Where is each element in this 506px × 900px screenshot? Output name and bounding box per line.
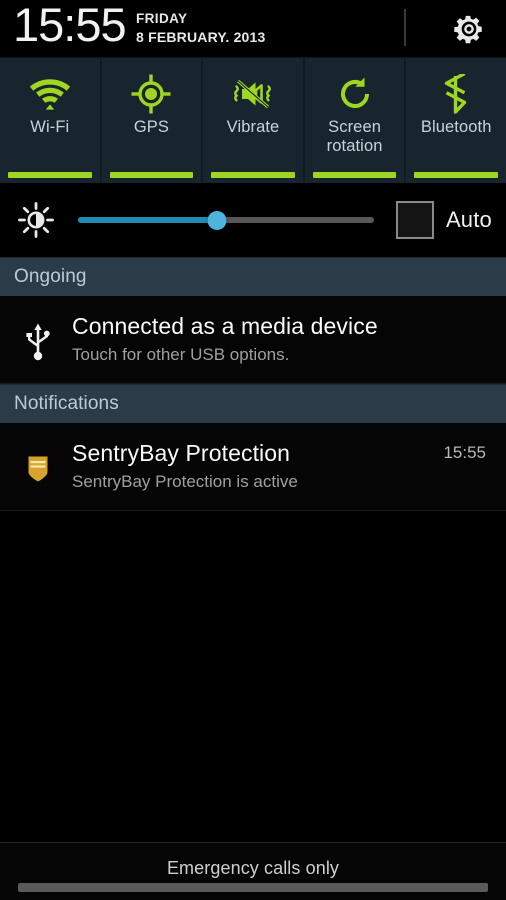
slider-fill (78, 217, 218, 223)
toggle-bluetooth[interactable]: Bluetooth (406, 58, 506, 183)
brightness-slider[interactable] (78, 210, 374, 230)
full-date: 8 FEBRUARY. 2013 (136, 29, 266, 45)
section-header-ongoing-label: Ongoing (14, 266, 87, 287)
notification-title: SentryBay Protection (72, 440, 291, 466)
vibrate-muted-icon (230, 72, 276, 116)
notification-shade: 15:55 FRIDAY 8 FEBRUARY. 2013 Wi-Fi GPS … (0, 0, 506, 900)
auto-brightness-label: Auto (445, 207, 492, 232)
toggle-label-bluetooth: Bluetooth (420, 118, 492, 136)
toggle-active-bar-vibrate (211, 172, 295, 178)
notification-row-sentrybay[interactable]: SentryBay Protection SentryBay Protectio… (0, 423, 506, 510)
toggle-vibrate[interactable]: Vibrate (203, 58, 305, 183)
auto-brightness-checkbox[interactable] (395, 201, 434, 239)
shade-bottom-bar: Emergency calls only (0, 842, 506, 900)
gear-icon (454, 15, 482, 44)
day-of-week: FRIDAY (136, 11, 188, 26)
notification-title: Connected as a media device (72, 313, 378, 339)
toggle-screen-rotation[interactable]: Screen rotation (305, 58, 407, 183)
brightness-row: Auto (0, 183, 506, 257)
toggle-label-gps: GPS (133, 118, 169, 136)
usb-icon (12, 310, 64, 369)
notification-text-usb: Connected as a media device Touch for ot… (64, 310, 494, 369)
clock: 15:55 (13, 0, 127, 51)
bluetooth-icon (441, 72, 471, 116)
toggle-label-screen-rotation: Screen rotation (327, 118, 383, 156)
carrier-status: Emergency calls only (166, 858, 340, 878)
section-header-ongoing: Ongoing (0, 257, 506, 296)
notification-text-sentrybay: SentryBay Protection SentryBay Protectio… (64, 437, 443, 496)
toggle-active-bar-gps (109, 172, 194, 178)
header-divider (404, 9, 406, 46)
drag-handle[interactable] (18, 883, 488, 892)
section-header-notifications: Notifications (0, 384, 506, 423)
quick-settings-row: Wi-Fi GPS Vibrate Screen rotation Blueto… (0, 57, 506, 183)
gps-crosshair-icon (131, 72, 171, 116)
empty-area (0, 511, 506, 842)
slider-thumb[interactable] (207, 210, 227, 230)
notification-subtitle: SentryBay Protection is active (72, 472, 298, 491)
notification-subtitle: Touch for other USB options. (72, 345, 290, 364)
section-header-notifications-label: Notifications (14, 393, 119, 414)
settings-button[interactable] (449, 9, 489, 49)
toggle-active-bar-wifi (8, 172, 92, 178)
rotation-line-1: Screen (328, 118, 382, 136)
brightness-sun-icon (14, 202, 58, 238)
notification-time: 15:55 (443, 443, 486, 462)
date-block: FRIDAY 8 FEBRUARY. 2013 (136, 10, 266, 46)
shield-icon (12, 437, 64, 496)
wifi-icon (29, 72, 71, 116)
toggle-wifi[interactable]: Wi-Fi (0, 58, 102, 183)
toggle-active-bar-bluetooth (414, 172, 498, 178)
notification-row-usb[interactable]: Connected as a media device Touch for ot… (0, 296, 506, 383)
screen-rotation-icon (336, 72, 374, 116)
toggle-gps[interactable]: GPS (102, 58, 204, 183)
status-bar: 15:55 FRIDAY 8 FEBRUARY. 2013 (0, 0, 506, 57)
toggle-label-vibrate: Vibrate (226, 118, 280, 136)
toggle-label-wifi: Wi-Fi (30, 118, 70, 136)
rotation-line-2: rotation (326, 137, 383, 155)
toggle-active-bar-screen-rotation (312, 172, 397, 178)
